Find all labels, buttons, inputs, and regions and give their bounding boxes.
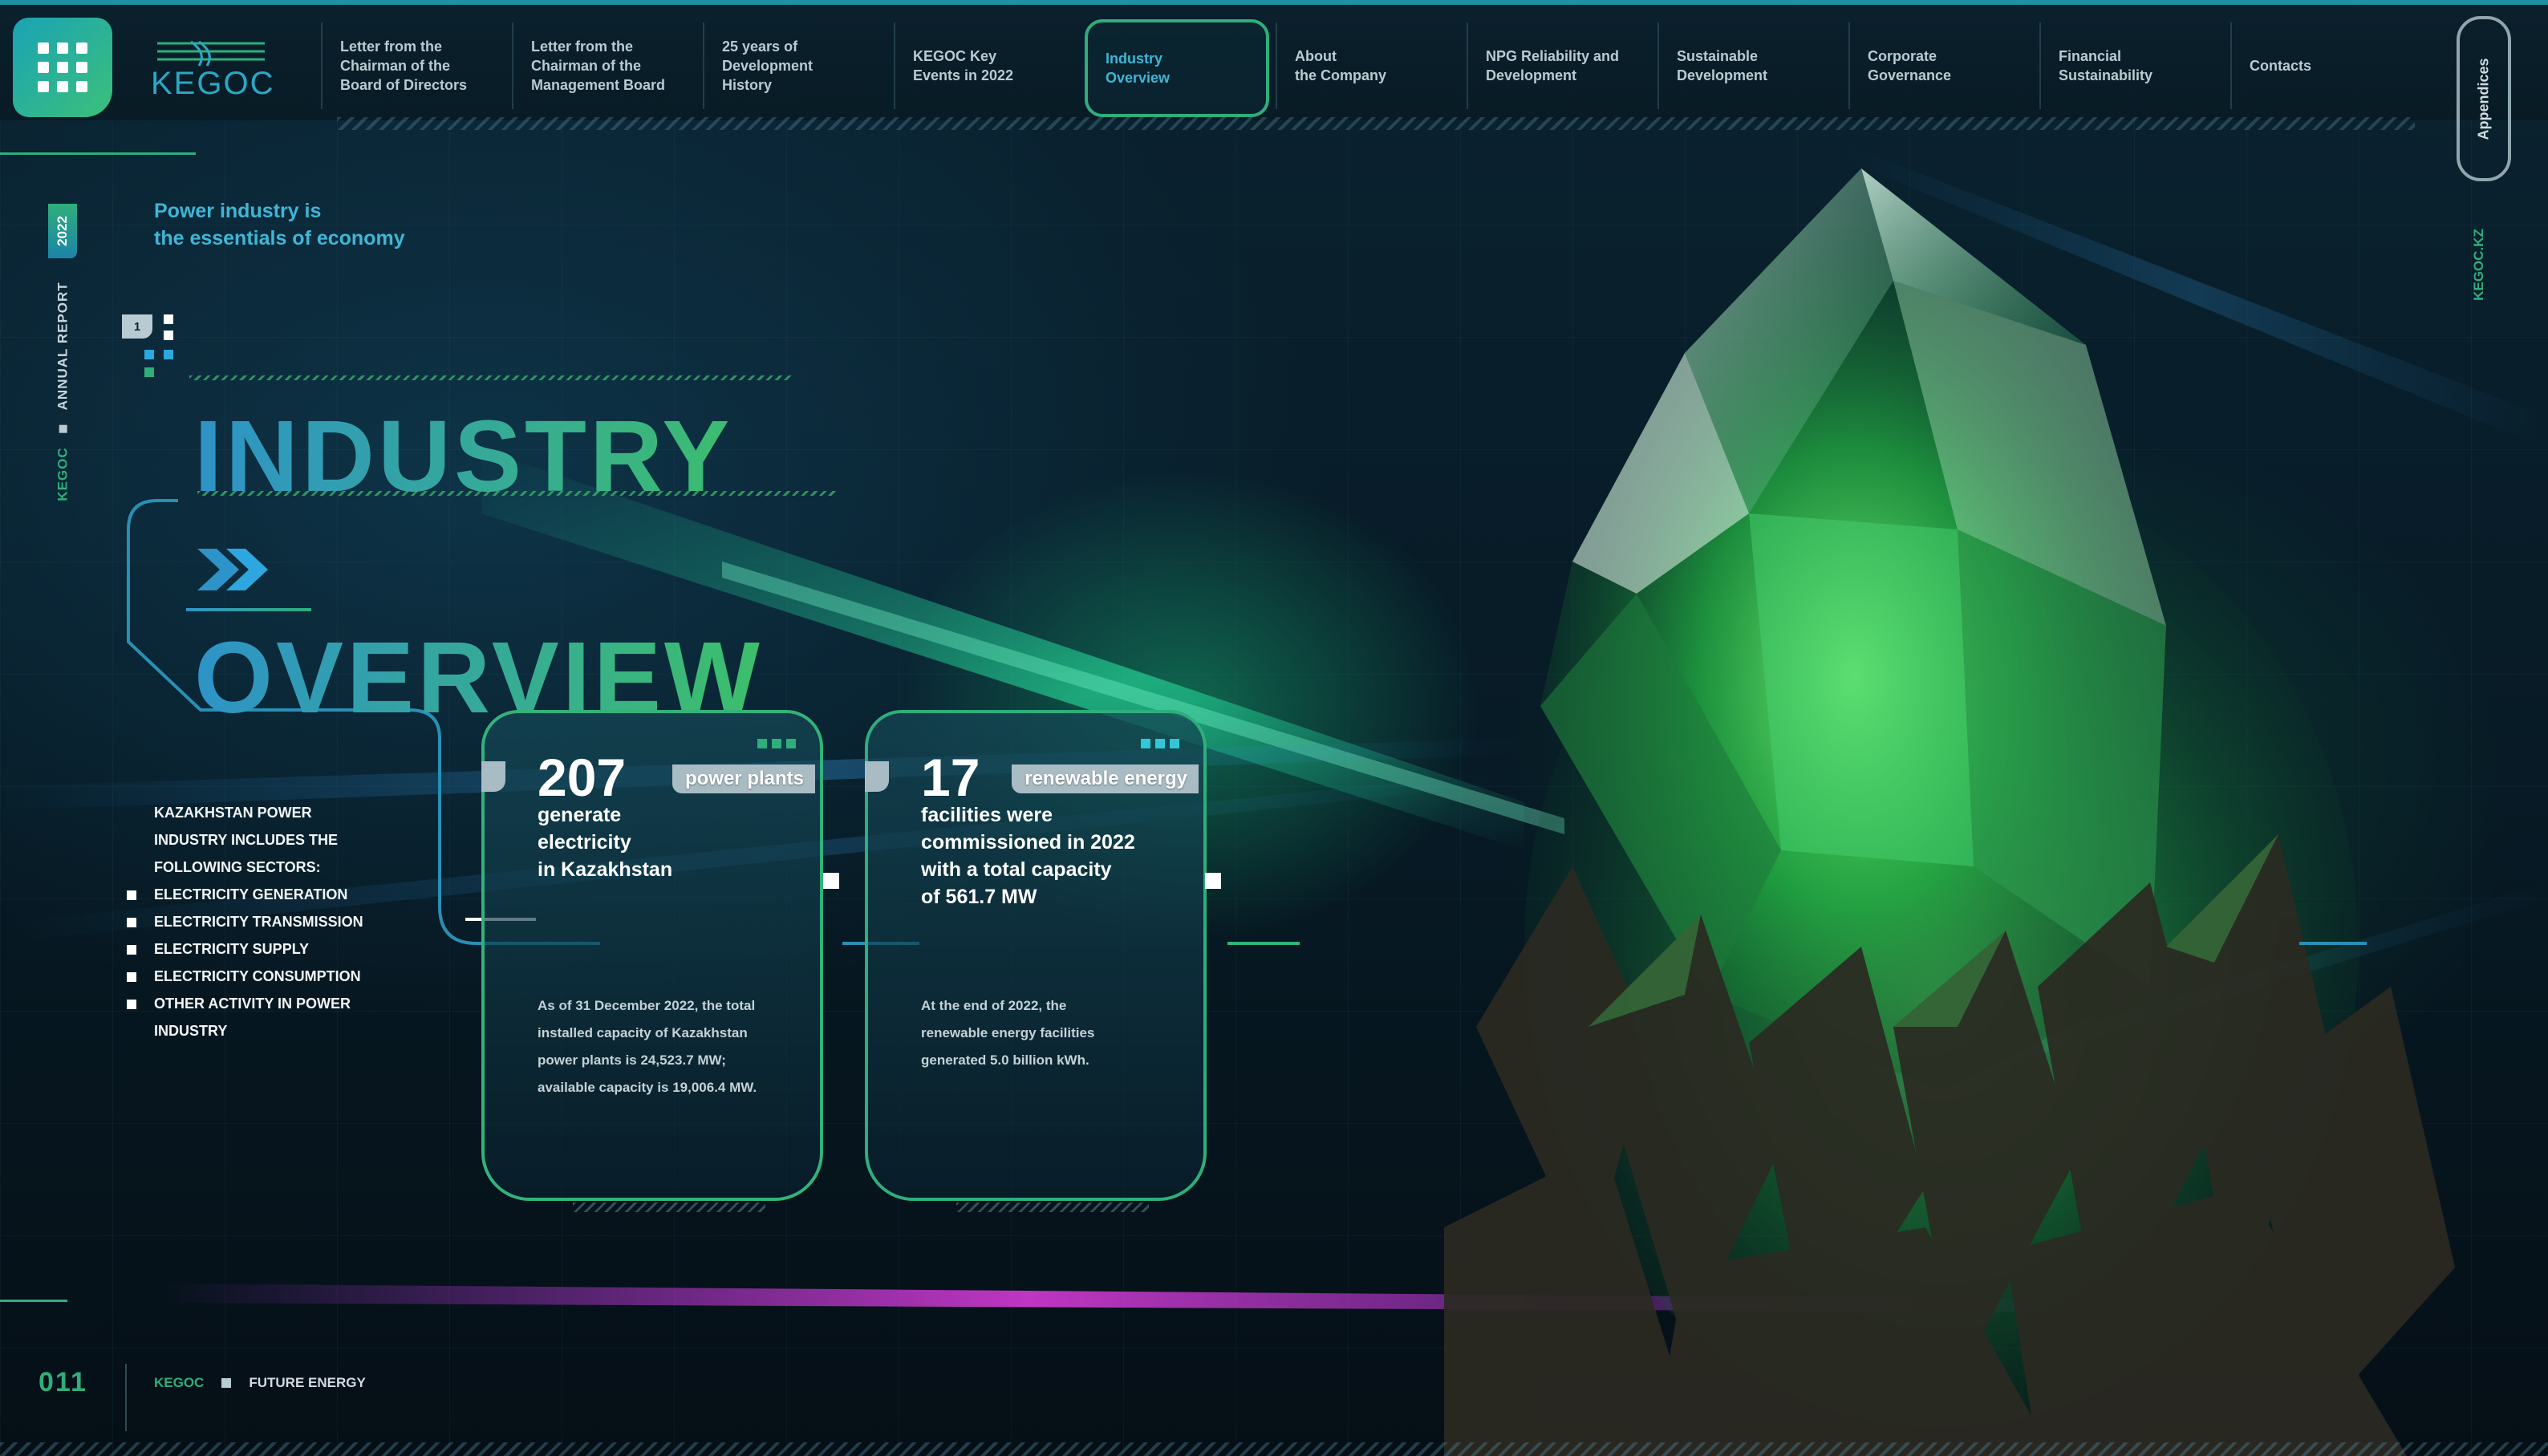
nav-hatch-stripe [337,117,2415,130]
stat-description: generate electricity in Kazakhstan [538,804,673,881]
nav-item-label: Letter from the Chairman of the Manageme… [531,39,666,93]
chevron-underline [186,608,311,611]
rail-square-icon [59,424,67,433]
pixel-square-icon [144,350,154,359]
stat-note: At the end of 2022, the renewable energy… [921,998,1095,1068]
year-badge: 2022 [48,204,77,258]
footer-accent-line [0,1300,67,1302]
stat-card-renewable-energy: 17 renewable energy facilities were comm… [865,710,1207,1212]
sector-item: ELECTRICITY GENERATION [127,881,387,908]
nav-item-5[interactable]: Industry Overview [1085,19,1269,117]
footer-kegoc: KEGOC [154,1375,205,1390]
nav-item-label: 25 years of Development History [722,39,813,93]
stat-note: As of 31 December 2022, the total instal… [538,998,757,1095]
footer-meta: KEGOC FUTURE ENERGY [154,1375,366,1391]
pixel-square-icon [164,314,173,324]
nav-item-label: About the Company [1295,48,1387,83]
logo-wordmark[interactable]: KEGOC [151,66,274,102]
stat-value: 17 [921,748,980,807]
card-hatch [956,1203,1149,1212]
page-canvas: KEGOC Letter from the Chairman of the Bo… [0,0,2548,1456]
title-underline [197,491,836,496]
sectors-list: KAZAKHSTAN POWER INDUSTRY INCLUDES THE F… [127,799,387,1044]
nav-item-label: Sustainable Development [1677,48,1768,83]
card-dots-icon [1141,739,1179,748]
sector-item: ELECTRICITY CONSUMPTION [127,963,387,990]
year-label: 2022 [55,216,71,246]
footer-divider [125,1364,127,1431]
annual-report-rail: KEGOC ANNUAL REPORT [35,271,91,512]
sectors-intro: KAZAKHSTAN POWER INDUSTRY INCLUDES THE F… [154,805,339,875]
footer-tagline: FUTURE ENERGY [249,1375,366,1390]
sector-items: ELECTRICITY GENERATION ELECTRICITY TRANSM… [127,881,387,1044]
page-tagline: Power industry is the essentials of econ… [154,200,405,249]
nav-item-9[interactable]: Corporate Governance [1848,22,2033,109]
appendices-tab[interactable]: Appendices [2457,16,2511,181]
nav-item-label: Letter from the Chairman of the Board of… [340,39,468,93]
nav-item-3[interactable]: 25 years of Development History [703,22,887,109]
nav-item-1[interactable]: Letter from the Chairman of the Board of… [321,22,505,109]
stat-tag: renewable energy [1012,765,1199,793]
stat-card-power-plants: 207 power plants generate electricity in… [481,710,823,1212]
title-underline [189,375,793,380]
stat-value: 207 [538,748,627,807]
grid-menu-icon[interactable] [13,18,112,117]
nav-item-label: Financial Sustainability [2059,48,2153,83]
stat-tag: power plants [671,765,815,793]
nav-item-4[interactable]: KEGOC Key Events in 2022 [894,22,1078,109]
nav-item-label: Industry Overview [1106,51,1171,86]
card-corner-marker [481,761,505,792]
rail-annual-report-label: ANNUAL REPORT [55,282,71,411]
double-chevron-right-icon[interactable] [197,545,278,594]
card-dots-icon [757,739,796,748]
nav-item-label: Corporate Governance [1868,48,1952,83]
appendices-label: Appendices [2475,57,2492,140]
pixel-square-icon [144,367,154,377]
nav-item-10[interactable]: Financial Sustainability [2039,22,2224,109]
connector-square-icon [823,873,839,889]
footer-square-icon [221,1378,232,1388]
sector-item: ELECTRICITY TRANSMISSION [127,908,387,935]
rail-kegoc-label: KEGOC [55,447,71,501]
nav-item-6[interactable]: About the Company [1276,22,1460,109]
sector-item: ELECTRICITY SUPPLY [127,935,387,963]
nav-item-8[interactable]: Sustainable Development [1657,22,1842,109]
nav-item-label: KEGOC Key Events in 2022 [913,48,1014,83]
card-corner-marker [865,761,889,792]
pixel-square-icon [164,331,173,340]
bottom-hatch-stripe [0,1442,2548,1456]
nav-item-label: NPG Reliability and Development [1486,48,1620,83]
section-number-badge: 1 [122,314,152,339]
page-number: 011 [39,1367,87,1397]
sector-item: OTHER ACTIVITY IN POWER INDUSTRY [127,990,387,1044]
nav-item-2[interactable]: Letter from the Chairman of the Manageme… [512,22,696,109]
nav-item-label: Contacts [2250,58,2312,74]
connector-square-icon [1205,873,1221,889]
green-crystal-illustration [1444,168,2455,1456]
stat-description: facilities were commissioned in 2022 wit… [921,804,1135,908]
nav-item-11[interactable]: Contacts [2230,22,2415,109]
site-link[interactable]: KEGOC.KZ [2463,217,2495,313]
nav-item-7[interactable]: NPG Reliability and Development [1467,22,1651,109]
rail-accent-line [0,152,196,155]
site-label: KEGOC.KZ [2471,229,2487,301]
pixel-square-icon [164,350,173,359]
card-hatch [573,1203,765,1212]
